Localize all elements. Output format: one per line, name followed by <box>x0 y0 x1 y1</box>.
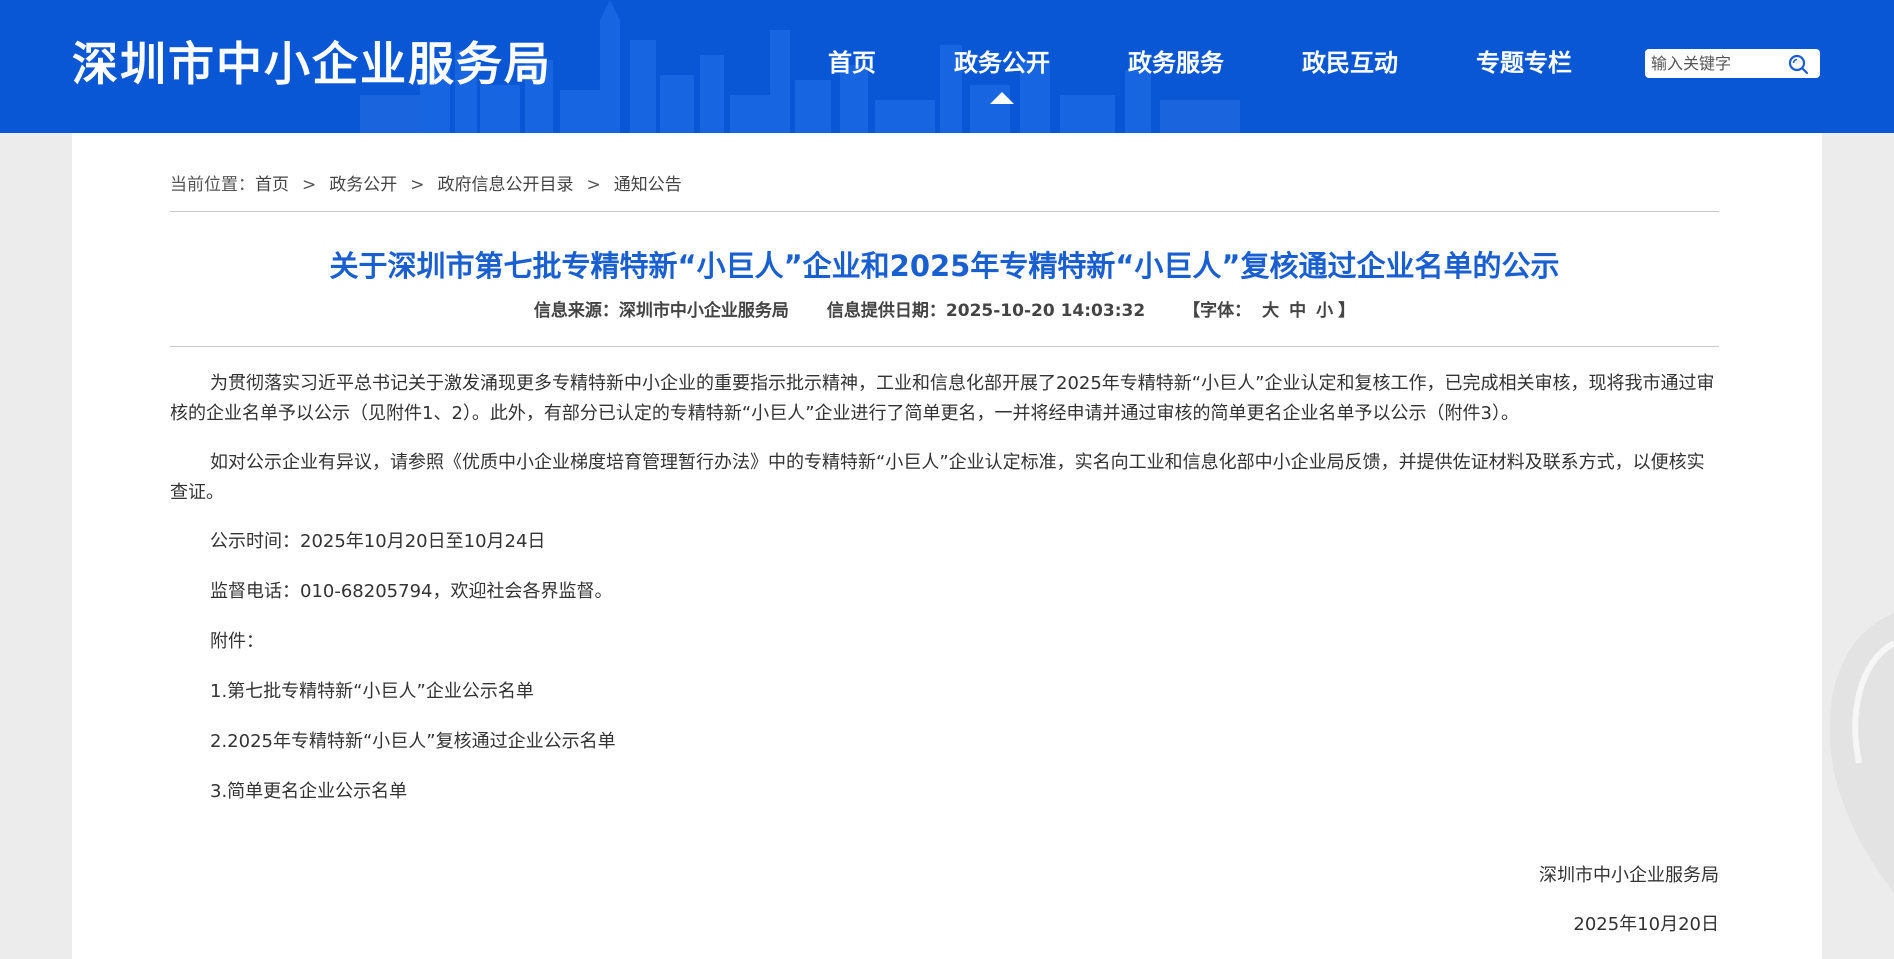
paragraph-hotline: 监督电话：010-68205794，欢迎社会各界监督。 <box>210 581 613 602</box>
date-label: 信息提供日期： <box>826 301 946 321</box>
title-divider <box>170 346 1719 347</box>
site-title[interactable]: 深圳市中小企业服务局 <box>72 34 552 94</box>
main-nav: 首页 政务公开 政务服务 政民互动 专题专栏 <box>800 0 1572 133</box>
attachment-link-1[interactable]: 1.第七批专精特新“小巨人”企业公示名单 <box>170 677 1719 707</box>
font-size-large-button[interactable]: 大 <box>1262 301 1279 321</box>
attachment-link-3[interactable]: 3.简单更名企业公示名单 <box>170 777 1719 807</box>
font-size-label-close: 】 <box>1338 301 1356 321</box>
article-body: 为贯彻落实习近平总书记关于激发涌现更多专精特新中小企业的重要指示批示精神，工业和… <box>170 369 1719 827</box>
breadcrumb-separator: > <box>410 175 425 195</box>
signature-org: 深圳市中小企业服务局 <box>1539 865 1719 886</box>
breadcrumb-item-home[interactable]: 首页 <box>255 173 289 197</box>
nav-item-government-affairs-open[interactable]: 政务公开 <box>954 0 1050 133</box>
font-size-small-button[interactable]: 小 <box>1316 301 1333 321</box>
paragraph-attachments-label: 附件： <box>210 631 264 652</box>
breadcrumb-separator: > <box>302 175 317 195</box>
nav-item-government-services[interactable]: 政务服务 <box>1128 0 1224 133</box>
content-card: 当前位置： 首页 > 政务公开 > 政府信息公开目录 > 通知公告 关于深圳市第… <box>72 133 1822 959</box>
article-title: 关于深圳市第七批专精特新“小巨人”企业和2025年专精特新“小巨人”复核通过企业… <box>329 249 1560 283</box>
breadcrumb-item-info-catalog[interactable]: 政府信息公开目录 <box>438 173 574 197</box>
date-value: 2025-10-20 14:03:32 <box>945 301 1146 321</box>
signature-date: 2025年10月20日 <box>1573 914 1719 935</box>
font-size-label: 【字体： <box>1183 301 1252 321</box>
nav-item-special-topics[interactable]: 专题专栏 <box>1476 0 1572 133</box>
paragraph-intro: 为贯彻落实习近平总书记关于激发涌现更多专精特新中小企业的重要指示批示精神，工业和… <box>170 373 1715 424</box>
nav-item-home[interactable]: 首页 <box>828 0 876 133</box>
font-size-medium-button[interactable]: 中 <box>1289 301 1306 321</box>
paragraph-objection: 如对公示企业有异议，请参照《优质中小企业梯度培育管理暂行办法》中的专精特新“小巨… <box>170 452 1705 503</box>
breadcrumb: 当前位置： 首页 > 政务公开 > 政府信息公开目录 > 通知公告 <box>170 173 682 197</box>
breadcrumb-item-government-affairs-open[interactable]: 政务公开 <box>329 173 397 197</box>
nav-item-public-interaction[interactable]: 政民互动 <box>1302 0 1398 133</box>
search-icon[interactable] <box>1786 52 1810 76</box>
site-header: 深圳市中小企业服务局 首页 政务公开 政务服务 政民互动 专题专栏 <box>0 0 1894 133</box>
source-label: 信息来源： <box>533 301 619 321</box>
article-meta: 信息来源：深圳市中小企业服务局 信息提供日期：2025-10-20 14:03:3… <box>170 299 1719 323</box>
source-value: 深圳市中小企业服务局 <box>618 301 789 321</box>
breadcrumb-separator: > <box>586 175 601 195</box>
breadcrumb-prefix: 当前位置： <box>170 175 255 195</box>
breadcrumb-divider <box>170 211 1719 212</box>
search-input[interactable] <box>1645 49 1775 78</box>
breadcrumb-item-notices[interactable]: 通知公告 <box>614 173 682 197</box>
attachment-link-2[interactable]: 2.2025年专精特新“小巨人”复核通过企业公示名单 <box>170 727 1719 757</box>
paragraph-publicity-period: 公示时间：2025年10月20日至10月24日 <box>210 531 546 552</box>
search-box <box>1645 49 1820 78</box>
